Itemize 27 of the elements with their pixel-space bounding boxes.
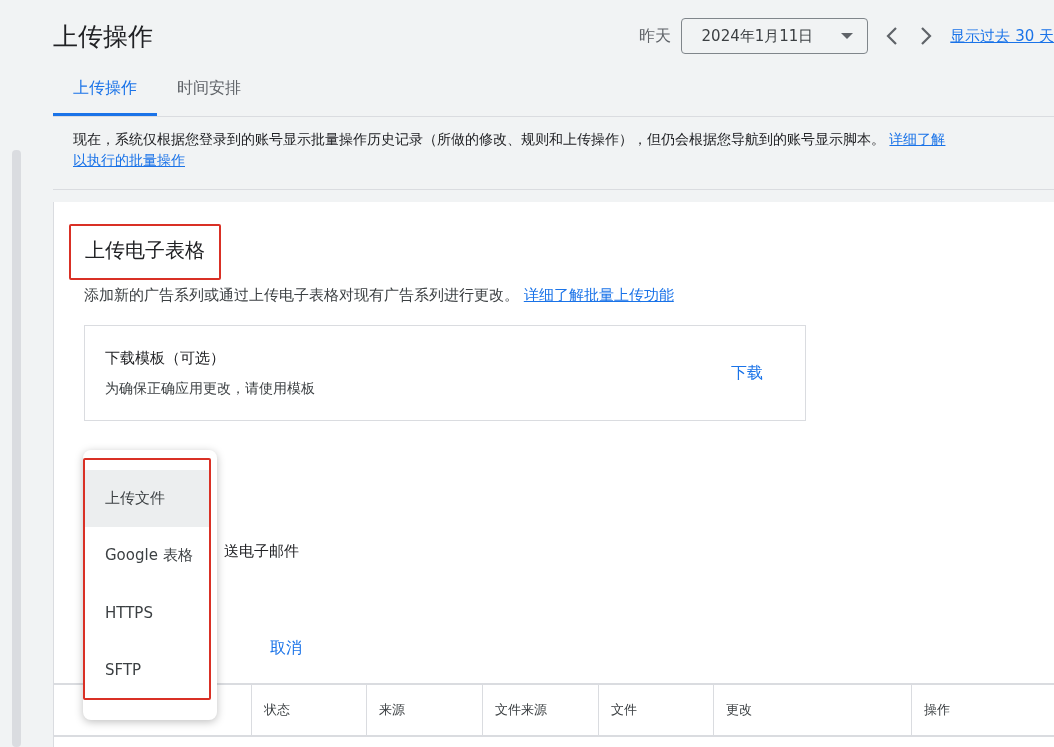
download-button[interactable]: 下载 (725, 361, 769, 385)
chevron-right-icon[interactable] (919, 26, 934, 46)
column-header[interactable]: 文件 (598, 685, 713, 735)
learn-more-link[interactable]: 详细了解批量上传功能 (523, 286, 674, 304)
tab[interactable]: 时间安排 (157, 78, 261, 116)
info-banner: 现在，系统仅根据您登录到的账号显示批量操作历史记录（所做的修改、规则和上传操作），但仍会根据您导航到的账号显示脚本。 详细了解 以执行的批量操作 (53, 117, 1054, 190)
template-title: 下载模板（可选） (105, 348, 226, 368)
learn-more-link[interactable]: 详细了解 (889, 131, 946, 147)
learn-more-link[interactable]: 以执行的批量操作 (73, 152, 185, 168)
tab[interactable]: 上传操作 (53, 78, 157, 116)
date-label: 昨天 (638, 25, 671, 47)
template-subtitle: 为确保正确应用更改，请使用模板 (105, 379, 316, 398)
column-header[interactable]: 文件来源 (482, 685, 598, 735)
column-header[interactable]: 更改 (713, 685, 911, 735)
card-title: 上传电子表格 (69, 224, 221, 280)
card-description: 添加新的广告系列或通过上传电子表格对现有广告系列进行更改。 详细了解批量上传功能 (84, 286, 675, 305)
date-dropdown[interactable]: 2024年1月11日 (680, 18, 869, 54)
date-range-link[interactable]: 显示过去 30 天 (950, 26, 1054, 46)
column-header[interactable]: 状态 (251, 685, 366, 735)
caret-icon (841, 33, 854, 39)
column-header[interactable]: 操作 (911, 685, 1054, 735)
cancel-button[interactable]: 取消 (270, 638, 302, 659)
email-label: 送电子邮件 (224, 542, 299, 561)
chevron-left-icon[interactable] (885, 26, 900, 46)
page-title: 上传操作 (53, 20, 154, 53)
menu-item[interactable]: 上传文件 (85, 470, 209, 527)
column-header[interactable]: 来源 (366, 685, 482, 735)
